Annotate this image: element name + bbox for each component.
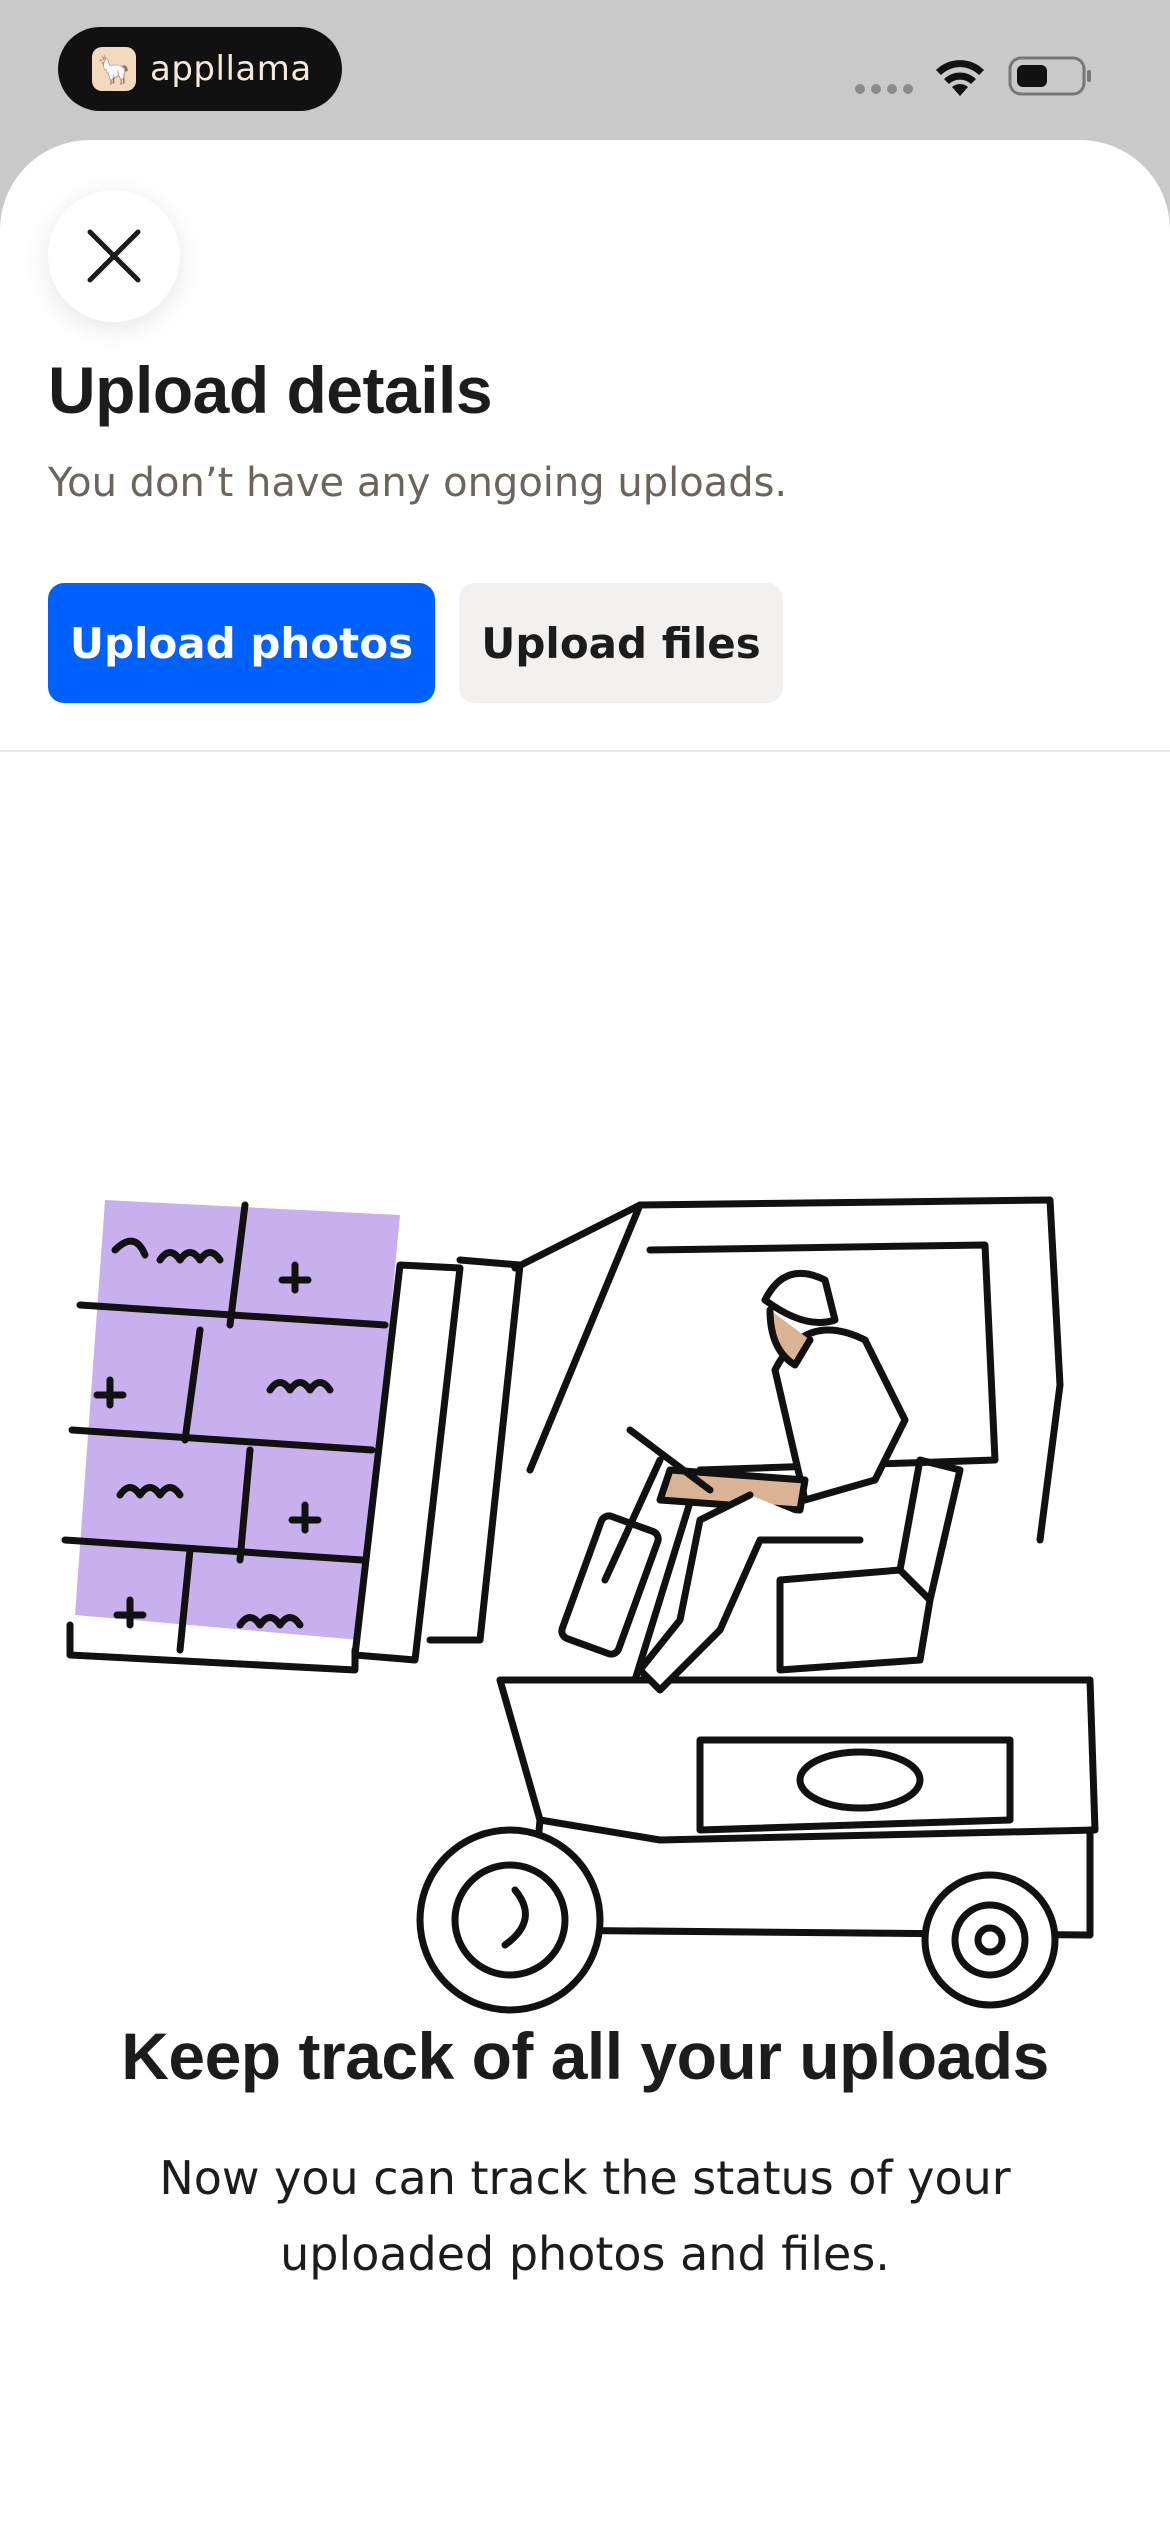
app-badge[interactable]: 🦙 appllama [58, 27, 342, 111]
close-icon [87, 229, 141, 283]
close-button[interactable] [48, 190, 180, 322]
empty-state-body: Now you can track the status of your upl… [159, 2151, 1011, 2281]
wifi-icon [936, 60, 984, 96]
battery-icon [1008, 56, 1091, 96]
signal-dots-icon [855, 84, 913, 94]
forklift-illustration [61, 1196, 1099, 2014]
upload-files-button[interactable]: Upload files [459, 583, 783, 703]
empty-state-title: Keep track of all your uploads [121, 2019, 1049, 2093]
page-title: Upload details [48, 353, 493, 427]
divider [0, 750, 1170, 752]
upload-photos-button[interactable]: Upload photos [48, 583, 435, 703]
subtitle: You don’t have any ongoing uploads. [48, 460, 788, 506]
app-name: appllama [150, 49, 312, 89]
llama-icon: 🦙 [92, 47, 136, 91]
upload-details-sheet: Upload details You don’t have any ongoin… [0, 140, 1170, 2532]
status-bar: 🦙 appllama [0, 0, 1170, 140]
